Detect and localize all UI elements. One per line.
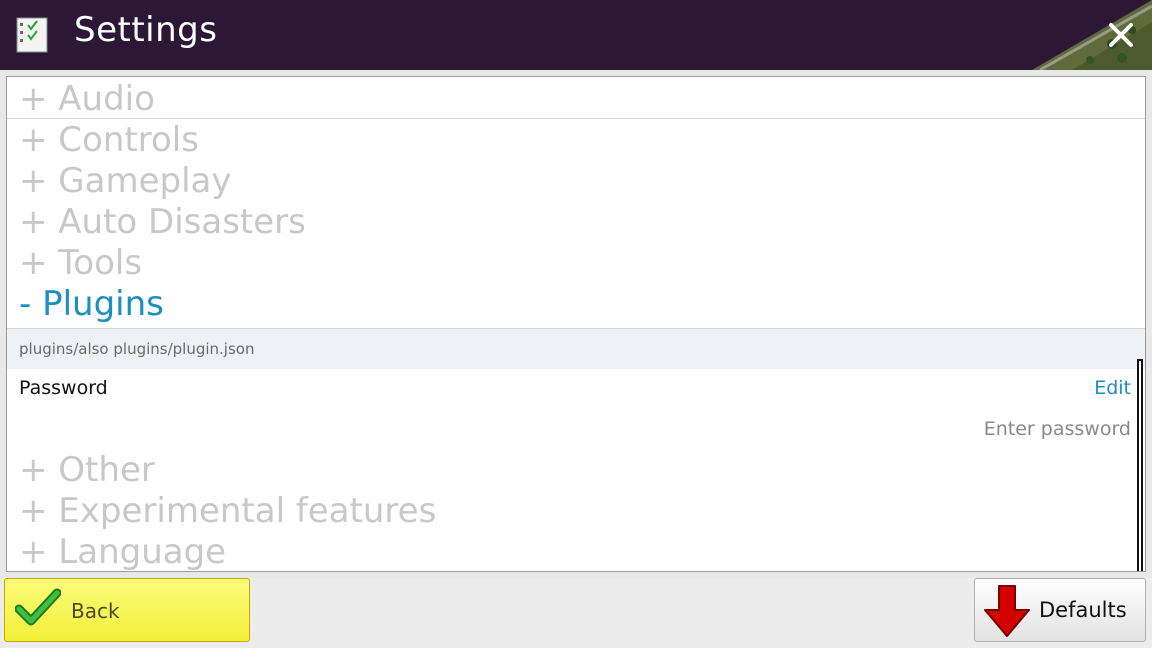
scrollbar[interactable]: [1137, 359, 1143, 571]
section-gameplay[interactable]: + Gameplay: [19, 161, 232, 201]
plugin-path: plugins/also plugins/plugin.json: [19, 340, 255, 358]
password-field[interactable]: Enter password: [984, 418, 1131, 440]
back-button[interactable]: Back: [4, 578, 250, 642]
window-title: Settings: [74, 10, 218, 50]
title-bar: Settings: [0, 0, 1152, 70]
defaults-button[interactable]: Defaults: [974, 578, 1146, 642]
section-other[interactable]: + Other: [19, 450, 155, 490]
settings-list-frame: + Audio + Controls + Gameplay + Auto Dis…: [0, 70, 1152, 578]
section-experimental-features[interactable]: + Experimental features: [19, 491, 436, 531]
section-audio[interactable]: + Audio: [19, 79, 155, 119]
checkmark-icon: [15, 588, 61, 626]
arrow-down-icon: [984, 585, 1030, 637]
section-language[interactable]: + Language: [19, 532, 226, 571]
bottom-bar: Back Defaults: [0, 578, 1152, 648]
password-label: Password: [19, 377, 108, 399]
close-icon[interactable]: [1102, 16, 1140, 54]
defaults-label: Defaults: [1039, 598, 1127, 622]
checklist-icon: [16, 17, 48, 53]
section-auto-disasters[interactable]: + Auto Disasters: [19, 202, 306, 242]
password-edit-link[interactable]: Edit: [1094, 377, 1131, 399]
divider: [7, 118, 1145, 119]
section-tools[interactable]: + Tools: [19, 243, 142, 283]
plugin-path-row: plugins/also plugins/plugin.json: [7, 329, 1145, 369]
back-label: Back: [71, 599, 120, 623]
section-controls[interactable]: + Controls: [19, 120, 199, 160]
section-plugins[interactable]: - Plugins: [19, 284, 164, 324]
settings-list: + Audio + Controls + Gameplay + Auto Dis…: [6, 76, 1146, 572]
